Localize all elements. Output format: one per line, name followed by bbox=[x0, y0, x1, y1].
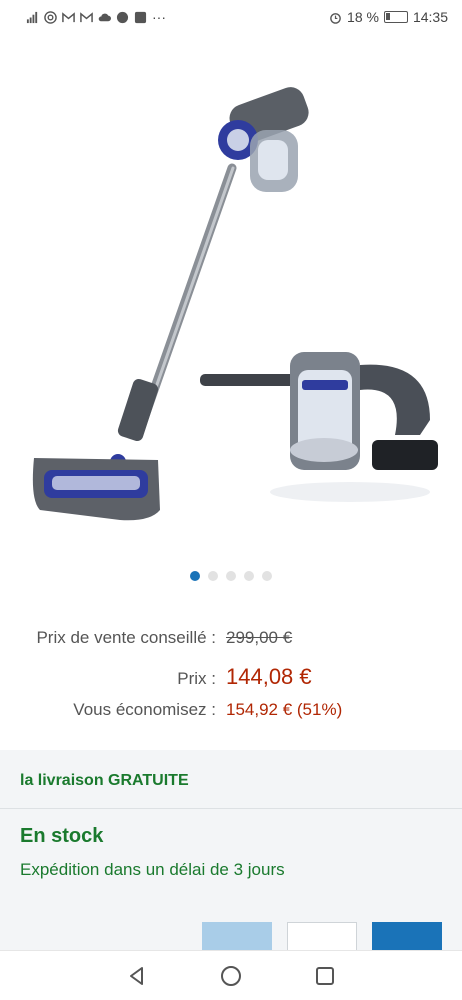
stock-status: En stock bbox=[20, 825, 104, 847]
recents-icon[interactable] bbox=[314, 965, 336, 987]
status-right: 18 % 14:35 bbox=[329, 9, 448, 25]
stick-vacuum-illustration bbox=[32, 87, 309, 521]
clock: 14:35 bbox=[412, 9, 448, 25]
gmail-icon bbox=[80, 11, 93, 22]
more-icon: ··· bbox=[152, 9, 166, 25]
gmail-icon bbox=[62, 11, 75, 22]
back-icon[interactable] bbox=[126, 965, 148, 987]
navigation-bar bbox=[0, 950, 462, 1000]
price-row: Prix : 144,08 € bbox=[0, 664, 462, 700]
carousel-dot-4[interactable] bbox=[244, 571, 254, 581]
alarm-icon bbox=[330, 12, 341, 24]
quantity-strip bbox=[0, 922, 462, 952]
battery-icon bbox=[383, 11, 408, 23]
carousel-dot-1[interactable] bbox=[190, 571, 200, 581]
app-icon bbox=[116, 11, 129, 23]
wifi-icon bbox=[44, 10, 57, 24]
quantity-decrease-button[interactable] bbox=[202, 922, 272, 952]
app-icon bbox=[134, 11, 147, 23]
divider bbox=[0, 808, 462, 809]
savings-label: Vous économisez : bbox=[73, 700, 216, 719]
price-value: 144,08 € bbox=[226, 664, 312, 689]
home-icon[interactable] bbox=[220, 965, 242, 987]
signal-icon bbox=[26, 11, 38, 23]
carousel-dot-3[interactable] bbox=[226, 571, 236, 581]
status-bar: ··· 18 % 14:35 bbox=[0, 0, 462, 34]
cloud-icon bbox=[98, 13, 111, 21]
quantity-input[interactable] bbox=[287, 922, 357, 952]
savings-row: Vous économisez : 154,92 € (51%) bbox=[0, 700, 462, 736]
carousel-indicator bbox=[0, 571, 462, 581]
srp-label: Prix de vente conseillé : bbox=[36, 628, 216, 647]
free-delivery-label: la livraison GRATUITE bbox=[20, 772, 189, 789]
carousel-dot-5[interactable] bbox=[262, 571, 272, 581]
quantity-increase-button[interactable] bbox=[372, 922, 442, 952]
product-image[interactable] bbox=[0, 40, 462, 560]
handheld-vacuum-illustration bbox=[200, 352, 438, 502]
status-left: ··· bbox=[26, 9, 166, 25]
price-label: Prix : bbox=[177, 669, 216, 688]
savings-value: 154,92 € (51%) bbox=[226, 700, 343, 719]
srp-value: 299,00 € bbox=[226, 628, 293, 647]
carousel-dot-2[interactable] bbox=[208, 571, 218, 581]
pricing-block: Prix de vente conseillé : 299,00 € Prix … bbox=[0, 628, 462, 736]
shipping-time: Expédition dans un délai de 3 jours bbox=[20, 860, 285, 879]
srp-row: Prix de vente conseillé : 299,00 € bbox=[0, 628, 462, 664]
battery-percent: 18 % bbox=[347, 9, 379, 25]
